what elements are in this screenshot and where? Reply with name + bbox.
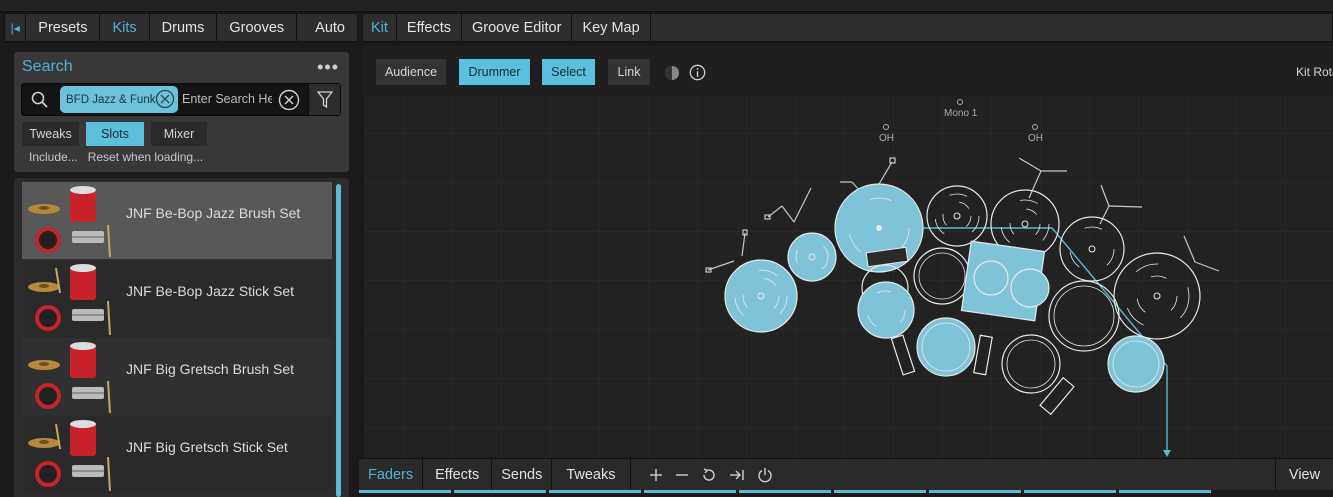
jump-to-end-icon[interactable] bbox=[729, 468, 745, 482]
floor-tom-center[interactable] bbox=[916, 317, 976, 377]
drummer-button[interactable]: Drummer bbox=[459, 59, 530, 85]
list-item[interactable]: JNF Big Gretsch Stick Set bbox=[22, 416, 332, 493]
mic-label: Mono 1 bbox=[944, 108, 978, 119]
info-icon[interactable] bbox=[689, 64, 706, 81]
cymbal-small-left[interactable] bbox=[787, 232, 837, 282]
kit-rotation-label: Kit Rotation bbox=[1296, 65, 1333, 79]
subtab-mixer[interactable]: Mixer bbox=[151, 122, 207, 146]
snare-left[interactable] bbox=[857, 281, 915, 339]
more-options-icon[interactable]: ••• bbox=[317, 58, 339, 76]
funnel-icon bbox=[316, 90, 333, 108]
kit-name: JNF Be-Bop Jazz Stick Set bbox=[126, 283, 295, 299]
kit-name: JNF Be-Bop Jazz Brush Set bbox=[126, 205, 301, 221]
list-item[interactable]: JNF Be-Bop Jazz Stick Set bbox=[22, 260, 332, 337]
filter-chip-label: BFD Jazz & Funk bbox=[66, 93, 156, 106]
tab-drums[interactable]: Drums bbox=[150, 14, 218, 41]
power-icon[interactable] bbox=[757, 467, 773, 483]
kit-list: JNF Be-Bop Jazz Brush Set JNF Be-Bop Jaz… bbox=[14, 178, 349, 497]
tab-effects[interactable]: Effects bbox=[397, 14, 462, 41]
window-top-strip bbox=[0, 0, 1333, 12]
kit-thumbnail bbox=[28, 186, 111, 257]
tab-presets[interactable]: Presets bbox=[26, 14, 101, 41]
tab-sends[interactable]: Sends bbox=[492, 459, 553, 490]
audience-button[interactable]: Audience bbox=[376, 59, 446, 85]
search-panel: Search ••• BFD Jazz & Funk Enter Search … bbox=[14, 52, 349, 172]
subtab-slots[interactable]: Slots bbox=[86, 122, 144, 146]
reset-icon[interactable] bbox=[701, 467, 717, 483]
collapse-panel-icon[interactable]: |◂ bbox=[5, 14, 27, 41]
search-box: BFD Jazz & Funk Enter Search He bbox=[21, 83, 341, 116]
kit-thumbnail bbox=[28, 420, 111, 491]
search-icon[interactable] bbox=[30, 90, 50, 113]
tab-kit[interactable]: Kit bbox=[363, 14, 397, 41]
list-item[interactable]: JNF Be-Bop Jazz Brush Set bbox=[22, 182, 332, 259]
drum-kit-diagram[interactable]: Mono 1 OH OH bbox=[364, 96, 1333, 458]
select-button[interactable]: Select bbox=[542, 59, 595, 85]
subtab-tweaks[interactable]: Tweaks bbox=[22, 122, 79, 146]
bass-drum[interactable] bbox=[960, 240, 1050, 322]
tab-grooves[interactable]: Grooves bbox=[217, 14, 298, 41]
kit-list-scrollbar[interactable] bbox=[336, 184, 341, 497]
include-link[interactable]: Include... bbox=[29, 150, 78, 164]
tab-bottom-effects[interactable]: Effects bbox=[423, 459, 493, 490]
bottom-tab-bar: Faders Effects Sends Tweaks View bbox=[359, 458, 1333, 490]
link-button[interactable]: Link bbox=[608, 59, 650, 85]
search-title: Search bbox=[22, 58, 73, 75]
right-tab-bar: Kit Effects Groove Editor Key Map bbox=[362, 13, 1333, 42]
remove-icon[interactable] bbox=[675, 468, 689, 482]
kit-name: JNF Big Gretsch Stick Set bbox=[126, 439, 288, 455]
search-input[interactable]: Enter Search He bbox=[182, 92, 272, 106]
reset-when-loading-link[interactable]: Reset when loading... bbox=[88, 150, 203, 164]
kit-stage[interactable]: Mono 1 OH OH bbox=[364, 96, 1333, 458]
mic-label: OH bbox=[879, 133, 894, 144]
tab-groove-editor[interactable]: Groove Editor bbox=[462, 14, 573, 41]
tab-kits[interactable]: Kits bbox=[100, 14, 150, 41]
stage-toolbar: Audience Drummer Select Link Kit Rotatio… bbox=[362, 46, 1333, 96]
left-tab-bar: |◂ Presets Kits Drums Grooves Auto bbox=[4, 13, 358, 42]
view-button[interactable]: View bbox=[1275, 459, 1333, 490]
clear-search-icon[interactable] bbox=[278, 89, 300, 114]
include-options: Include... Reset when loading... bbox=[29, 150, 203, 164]
chip-remove-icon[interactable] bbox=[155, 89, 175, 112]
tab-key-map[interactable]: Key Map bbox=[572, 14, 651, 41]
kit-name: JNF Big Gretsch Brush Set bbox=[126, 361, 295, 377]
subtab-bar: Tweaks Slots Mixer bbox=[22, 122, 207, 146]
list-item[interactable]: JNF Big Gretsch Brush Set bbox=[22, 338, 332, 415]
filter-button[interactable] bbox=[308, 84, 340, 115]
mic-label: OH bbox=[1028, 133, 1043, 144]
tab-bottom-tweaks[interactable]: Tweaks bbox=[552, 459, 631, 490]
tab-auto[interactable]: Auto bbox=[297, 14, 357, 41]
kit-thumbnail bbox=[28, 342, 111, 413]
filter-chip[interactable]: BFD Jazz & Funk bbox=[60, 86, 178, 113]
add-icon[interactable] bbox=[649, 468, 663, 482]
floor-tom-far-right[interactable] bbox=[1107, 335, 1165, 393]
cymbal-far-left[interactable] bbox=[724, 259, 798, 333]
channel-tools bbox=[631, 459, 773, 490]
contrast-icon[interactable] bbox=[664, 65, 680, 81]
kit-thumbnail bbox=[28, 264, 111, 335]
tab-faders[interactable]: Faders bbox=[359, 459, 424, 490]
fader-strip-indicators bbox=[359, 490, 1333, 497]
